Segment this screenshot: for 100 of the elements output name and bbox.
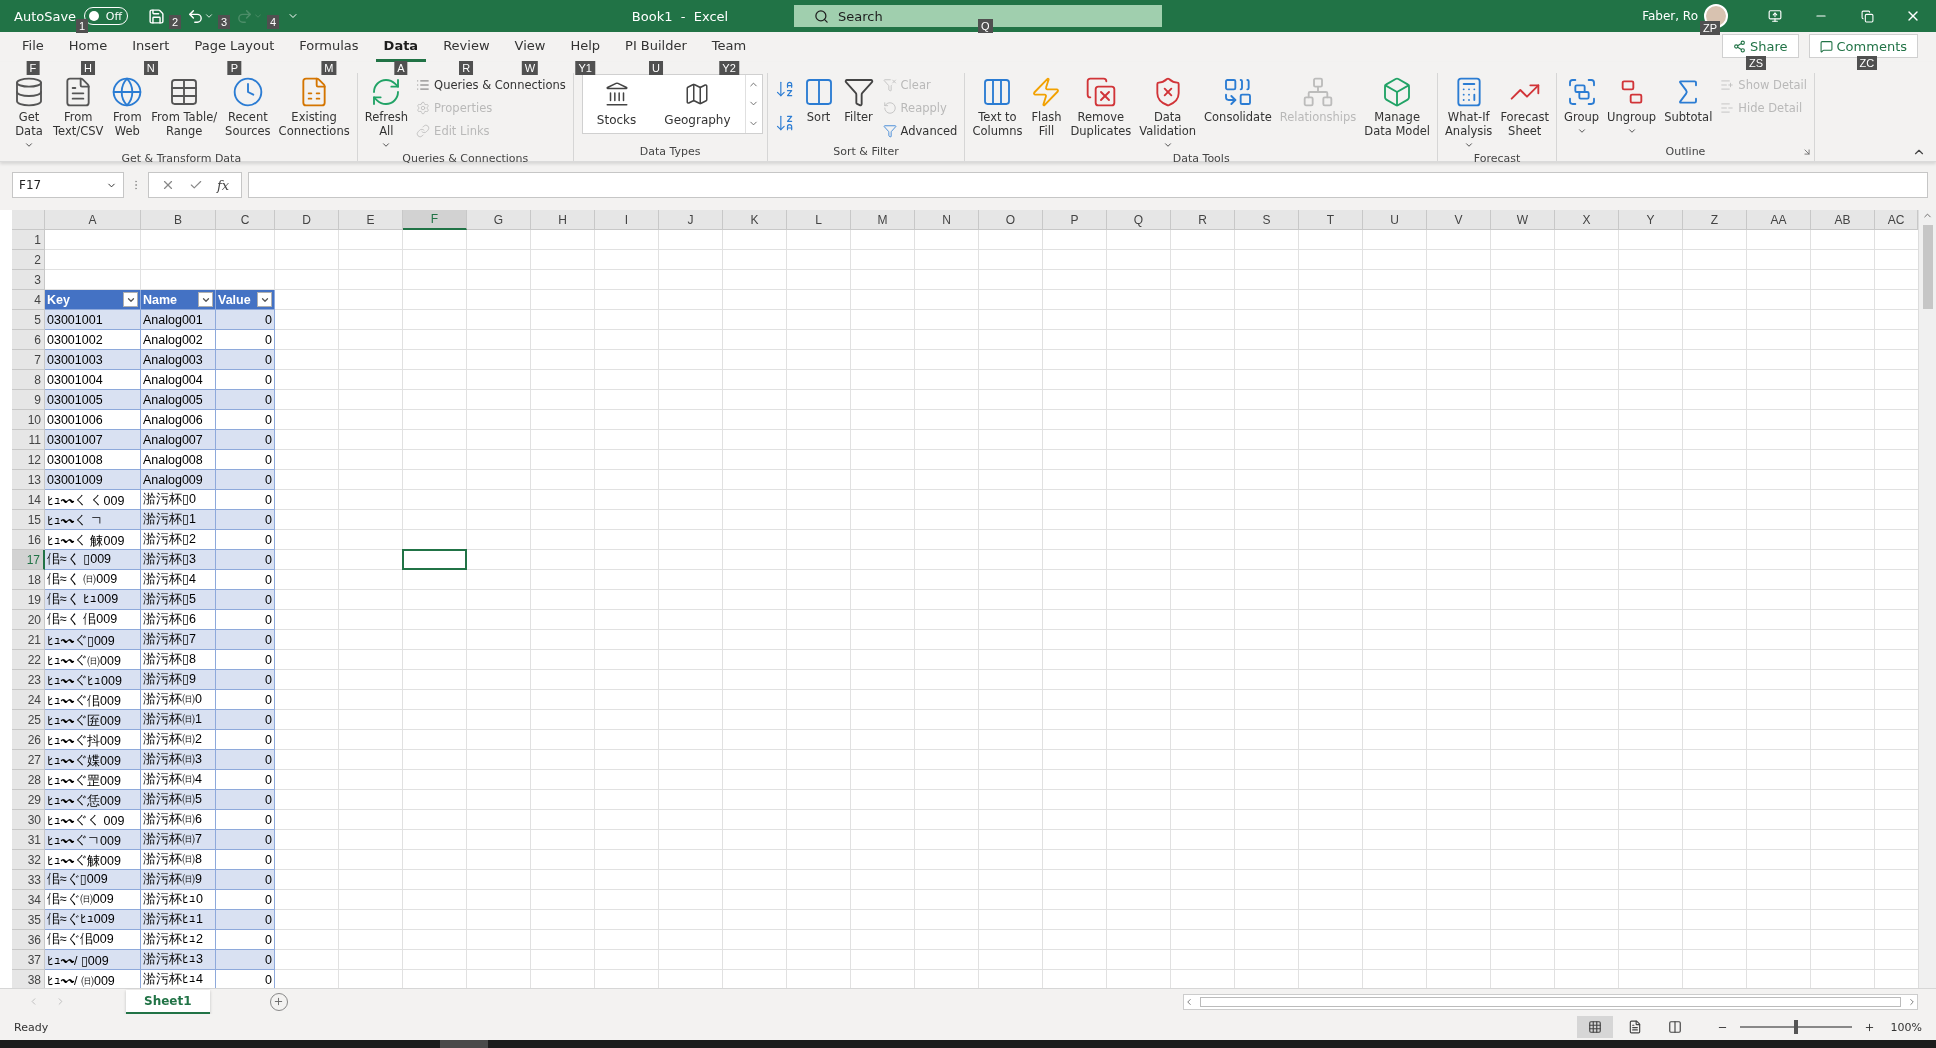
ribbon-button[interactable]: Refresh All — [361, 74, 412, 152]
scrollbar-thumb[interactable] — [1200, 996, 1901, 1007]
row-header[interactable]: 14 — [12, 490, 45, 510]
row-header[interactable]: 37 — [12, 950, 45, 970]
row-header[interactable]: 19 — [12, 590, 45, 610]
ribbon-button[interactable]: Remove Duplicates — [1067, 74, 1135, 140]
column-header[interactable]: F — [403, 210, 467, 230]
ribbon-tab[interactable]: Team — [703, 38, 755, 62]
row-header[interactable]: 6 — [12, 330, 45, 350]
row-header[interactable]: 38 — [12, 970, 45, 988]
scrollbar-thumb[interactable] — [1922, 225, 1933, 309]
ribbon-button[interactable]: Data Validation — [1136, 74, 1200, 152]
column-header[interactable]: X — [1555, 210, 1619, 230]
ribbon-tab[interactable]: View — [506, 38, 554, 62]
row-header[interactable]: 28 — [12, 770, 45, 790]
ribbon-button[interactable]: Manage Data Model — [1361, 74, 1433, 140]
row-header[interactable]: 20 — [12, 610, 45, 630]
gallery-item[interactable]: Geography — [650, 75, 745, 133]
column-header[interactable]: AA — [1747, 210, 1811, 230]
column-header[interactable]: S — [1235, 210, 1299, 230]
column-header[interactable]: N — [915, 210, 979, 230]
column-header[interactable]: E — [339, 210, 403, 230]
row-header[interactable]: 10 — [12, 410, 45, 430]
ribbon-tab[interactable]: File — [14, 38, 52, 62]
active-cell-frame[interactable] — [402, 549, 467, 570]
row-header[interactable]: 26 — [12, 730, 45, 750]
column-header[interactable]: B — [141, 210, 216, 230]
insert-function-button[interactable]: fx — [217, 177, 230, 193]
horizontal-scrollbar[interactable] — [1183, 993, 1918, 1010]
column-header[interactable]: Y — [1619, 210, 1683, 230]
ribbon-button[interactable]: Get Data — [10, 74, 48, 152]
ribbon-button[interactable]: Ungroup — [1604, 74, 1660, 138]
ribbon-button[interactable]: What-If Analysis — [1442, 74, 1496, 152]
ribbon-button[interactable]: From Table/ Range — [148, 74, 221, 140]
row-header[interactable]: 32 — [12, 850, 45, 870]
row-header[interactable]: 21 — [12, 630, 45, 650]
column-header[interactable]: K — [723, 210, 787, 230]
row-header[interactable]: 9 — [12, 390, 45, 410]
ribbon-button[interactable]: Flash Fill — [1027, 74, 1066, 140]
dialog-launcher-button[interactable] — [1801, 147, 1812, 157]
gallery-item[interactable]: Stocks — [582, 75, 651, 133]
row-header[interactable]: 7 — [12, 350, 45, 370]
row-header[interactable]: 30 — [12, 810, 45, 830]
ribbon-tab[interactable]: Page Layout — [186, 38, 283, 62]
column-header[interactable]: P — [1043, 210, 1107, 230]
ribbon-button[interactable]: Queries & Connections — [413, 74, 569, 96]
ribbon-button[interactable]: Consolidate — [1201, 74, 1275, 126]
zoom-slider-thumb[interactable] — [1793, 1020, 1798, 1034]
column-header[interactable]: V — [1427, 210, 1491, 230]
ribbon-button[interactable]: Text to Columns — [969, 74, 1026, 140]
column-header[interactable]: T — [1299, 210, 1363, 230]
row-header[interactable]: 35 — [12, 910, 45, 930]
row-header[interactable]: 16 — [12, 530, 45, 550]
row-header[interactable]: 18 — [12, 570, 45, 590]
filter-dropdown-button[interactable] — [123, 292, 138, 307]
row-header[interactable]: 3 — [12, 270, 45, 290]
column-header[interactable]: U — [1363, 210, 1427, 230]
column-header[interactable]: W — [1491, 210, 1555, 230]
chevron-right-icon[interactable] — [1907, 996, 1917, 1007]
chevron-left-icon[interactable] — [1184, 996, 1194, 1007]
row-header[interactable]: 24 — [12, 690, 45, 710]
row-header[interactable]: 23 — [12, 670, 45, 690]
column-header[interactable]: L — [787, 210, 851, 230]
column-header[interactable]: G — [467, 210, 531, 230]
column-header[interactable]: Q — [1107, 210, 1171, 230]
column-header[interactable]: AB — [1811, 210, 1875, 230]
ribbon-button[interactable]: Sort — [799, 74, 838, 126]
ribbon-tab[interactable]: Home — [60, 38, 116, 62]
row-header[interactable]: 31 — [12, 830, 45, 850]
filter-dropdown-button[interactable] — [257, 292, 272, 307]
ribbon-button[interactable]: Subtotal — [1661, 74, 1716, 126]
row-header[interactable]: 27 — [12, 750, 45, 770]
column-header[interactable]: H — [531, 210, 595, 230]
share-button[interactable]: Share — [1722, 34, 1799, 58]
column-header[interactable]: R — [1171, 210, 1235, 230]
column-header[interactable]: A — [45, 210, 141, 230]
vertical-scrollbar[interactable] — [1918, 210, 1936, 988]
row-header[interactable]: 11 — [12, 430, 45, 450]
row-header[interactable]: 25 — [12, 710, 45, 730]
row-header[interactable]: 1 — [12, 230, 45, 250]
filter-dropdown-button[interactable] — [198, 292, 213, 307]
ribbon-tab[interactable]: Formulas — [291, 38, 367, 62]
view-button[interactable] — [1576, 1016, 1613, 1038]
row-header[interactable]: 12 — [12, 450, 45, 470]
ribbon-tab[interactable]: PI Builder — [617, 38, 695, 62]
column-header[interactable]: I — [595, 210, 659, 230]
sheet-tab[interactable]: Sheet1 — [126, 989, 210, 1014]
comments-button[interactable]: Comments — [1808, 34, 1918, 58]
row-header[interactable]: 34 — [12, 890, 45, 910]
ribbon-button[interactable]: Filter — [839, 74, 878, 126]
ribbon-button[interactable]: Recent Sources — [222, 74, 274, 140]
column-header[interactable]: O — [979, 210, 1043, 230]
ribbon-tab[interactable]: Help — [562, 38, 609, 62]
ribbon-button[interactable]: From Web — [108, 74, 147, 140]
row-header[interactable]: 5 — [12, 310, 45, 330]
row-header[interactable]: 33 — [12, 870, 45, 890]
cancel-icon[interactable] — [161, 178, 175, 192]
row-header[interactable]: 22 — [12, 650, 45, 670]
column-header[interactable]: C — [216, 210, 275, 230]
column-header[interactable]: AC — [1875, 210, 1918, 230]
